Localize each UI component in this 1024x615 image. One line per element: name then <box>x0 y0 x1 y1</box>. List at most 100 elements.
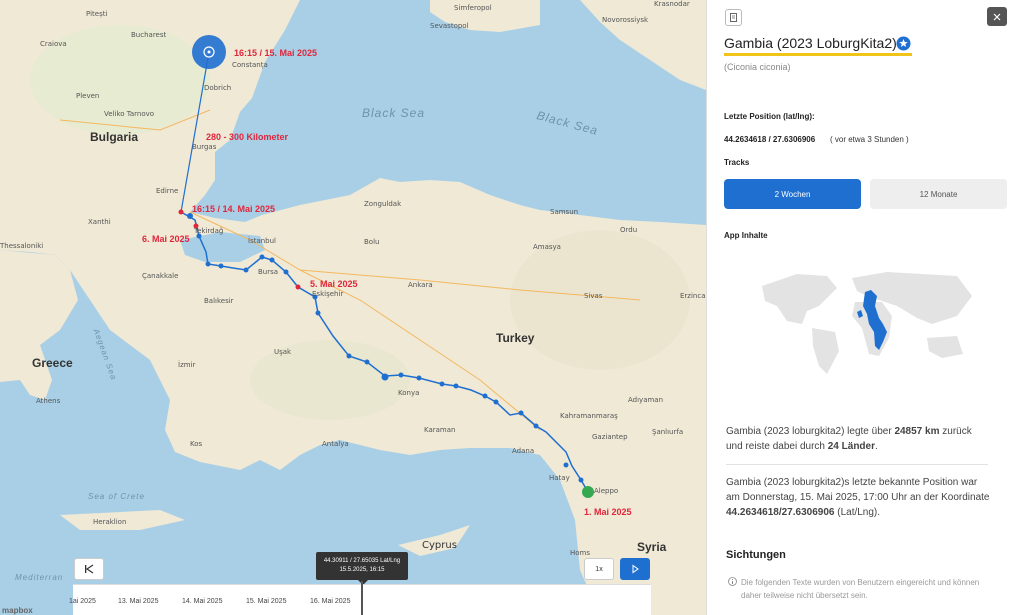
city: Kos <box>190 440 203 448</box>
city: Aleppo <box>594 487 619 495</box>
city: Balıkesir <box>204 297 234 305</box>
city: Xanthi <box>88 218 111 226</box>
city: Pitești <box>86 10 108 18</box>
timeline-speed-button[interactable]: 1x <box>584 558 614 580</box>
label-turkey: Turkey <box>496 331 535 345</box>
annotation-distance: 280 - 300 Kilometer <box>206 132 289 142</box>
city: Burgas <box>192 143 217 151</box>
timeline[interactable]: 1ai 2025 13. Mai 2025 14. Mai 2025 15. M… <box>69 581 651 615</box>
city: Amasya <box>533 243 561 251</box>
annotation-may1: 1. Mai 2025 <box>584 507 632 517</box>
map[interactable]: Bulgaria Turkey Greece Syria Black Sea B… <box>0 0 706 615</box>
city: İstanbul <box>248 237 277 245</box>
city: İzmir <box>178 361 196 369</box>
app-content-label: App Inhalte <box>724 231 768 240</box>
city: Cyprus <box>422 540 457 551</box>
annotation-may14: 16:15 / 14. Mai 2025 <box>192 204 276 214</box>
stat-km: 24857 km <box>894 426 940 437</box>
city: Pleven <box>76 92 100 100</box>
label-black-sea-1: Black Sea <box>362 106 426 120</box>
last-known-paragraph: Gambia (2023 loburgkita2)s letzte bekann… <box>726 475 991 520</box>
document-button[interactable] <box>725 9 742 26</box>
distance-paragraph: Gambia (2023 loburgkita2) legte über 248… <box>726 424 991 454</box>
timeline-label: 1ai 2025 <box>69 598 96 605</box>
last-position-label: Letzte Position (lat/lng): <box>724 112 815 121</box>
stat-countries: 24 Länder <box>827 441 875 452</box>
timeline-back-button[interactable] <box>74 558 104 580</box>
city: Zonguldak <box>364 200 402 208</box>
last-position-value: 44.2634618 / 27.6306906 <box>724 135 816 144</box>
city: Erzincan <box>680 292 706 300</box>
city: Antalya <box>322 440 349 448</box>
city: Dobrich <box>204 84 232 92</box>
city: Krasnodar <box>654 0 690 8</box>
document-icon <box>730 13 737 22</box>
skip-back-icon <box>85 564 94 574</box>
sightings-heading: Sichtungen <box>726 549 786 561</box>
city: Uşak <box>274 348 292 356</box>
mapbox-logo: mapbox <box>2 606 33 615</box>
tracks-label: Tracks <box>724 158 750 167</box>
city: Tekirdağ <box>194 227 224 235</box>
city: Eskişehir <box>312 290 344 298</box>
city: Ankara <box>408 281 433 289</box>
city: Ordu <box>620 226 638 234</box>
title-underline <box>724 53 912 56</box>
city: Thessaloniki <box>0 242 44 250</box>
city: Samsun <box>550 208 579 216</box>
city: Athens <box>36 397 61 405</box>
world-map <box>762 272 972 374</box>
timeline-tooltip: 44.30911 / 27.65035 Lat/Lng 15.5.2025, 1… <box>316 552 408 585</box>
annotation-may5: 5. Mai 2025 <box>310 279 358 289</box>
timeline-play-button[interactable] <box>620 558 650 580</box>
verified-icon <box>896 36 911 51</box>
last-known-coord: 44.2634618/27.6306906 <box>726 507 835 518</box>
label-sea-of-crete: Sea of Crete <box>88 492 145 501</box>
divider <box>726 464 988 465</box>
city: Kahramanmaraş <box>560 412 618 420</box>
timeline-label: 16. Mai 2025 <box>310 598 351 605</box>
city: Simferopol <box>454 4 492 12</box>
track-button-2-weeks[interactable]: 2 Wochen <box>724 179 861 209</box>
city: Bursa <box>258 268 279 276</box>
annotation-latest: 16:15 / 15. Mai 2025 <box>234 48 318 58</box>
sightings-notice: Die folgenden Texte wurden von Benutzern… <box>741 578 980 600</box>
close-icon <box>993 13 1001 20</box>
city: Veliko Tarnovo <box>104 110 155 118</box>
label-greece: Greece <box>32 356 73 370</box>
timeline-label: 14. Mai 2025 <box>182 598 223 605</box>
stat-text: . <box>875 441 878 452</box>
city: Şanlıurfa <box>652 428 684 436</box>
city: Constanța <box>232 61 268 69</box>
track-button-12-months[interactable]: 12 Monate <box>870 179 1007 209</box>
timeline-label: 15. Mai 2025 <box>246 598 287 605</box>
city: Hatay <box>549 474 570 482</box>
label-bulgaria: Bulgaria <box>90 130 139 144</box>
tooltip-coords: 44.30911 / 27.65035 Lat/Lng <box>323 558 401 564</box>
stat-text: Gambia (2023 loburgkita2) legte über <box>726 426 892 437</box>
bird-title: Gambia (2023 LoburgKita2) <box>724 35 897 51</box>
timeline-cursor[interactable] <box>361 581 363 615</box>
city: Adana <box>512 447 535 455</box>
start-marker <box>582 486 594 498</box>
last-known-unit: (Lat/Lng). <box>837 507 881 518</box>
city: Çanakkale <box>142 272 179 280</box>
city: Novorossiysk <box>602 16 649 24</box>
city: Adıyaman <box>628 396 664 404</box>
city: Konya <box>398 389 420 397</box>
play-icon <box>632 564 639 574</box>
city: Sevastopol <box>430 22 469 30</box>
city: Heraklion <box>93 518 127 526</box>
city: Edirne <box>156 187 179 195</box>
city: Gaziantep <box>592 433 628 441</box>
last-position-ago: ( vor etwa 3 Stunden ) <box>830 135 909 144</box>
label-syria: Syria <box>637 540 667 554</box>
close-button[interactable] <box>987 7 1007 26</box>
info-icon <box>728 577 737 586</box>
city: Sivas <box>584 292 603 300</box>
city: Homs <box>570 549 591 557</box>
city: Bolu <box>364 238 380 246</box>
timeline-label: 13. Mai 2025 <box>118 598 159 605</box>
detail-panel: Gambia (2023 LoburgKita2) (Ciconia cicon… <box>706 0 1024 615</box>
annotation-may6: 6. Mai 2025 <box>142 234 190 244</box>
